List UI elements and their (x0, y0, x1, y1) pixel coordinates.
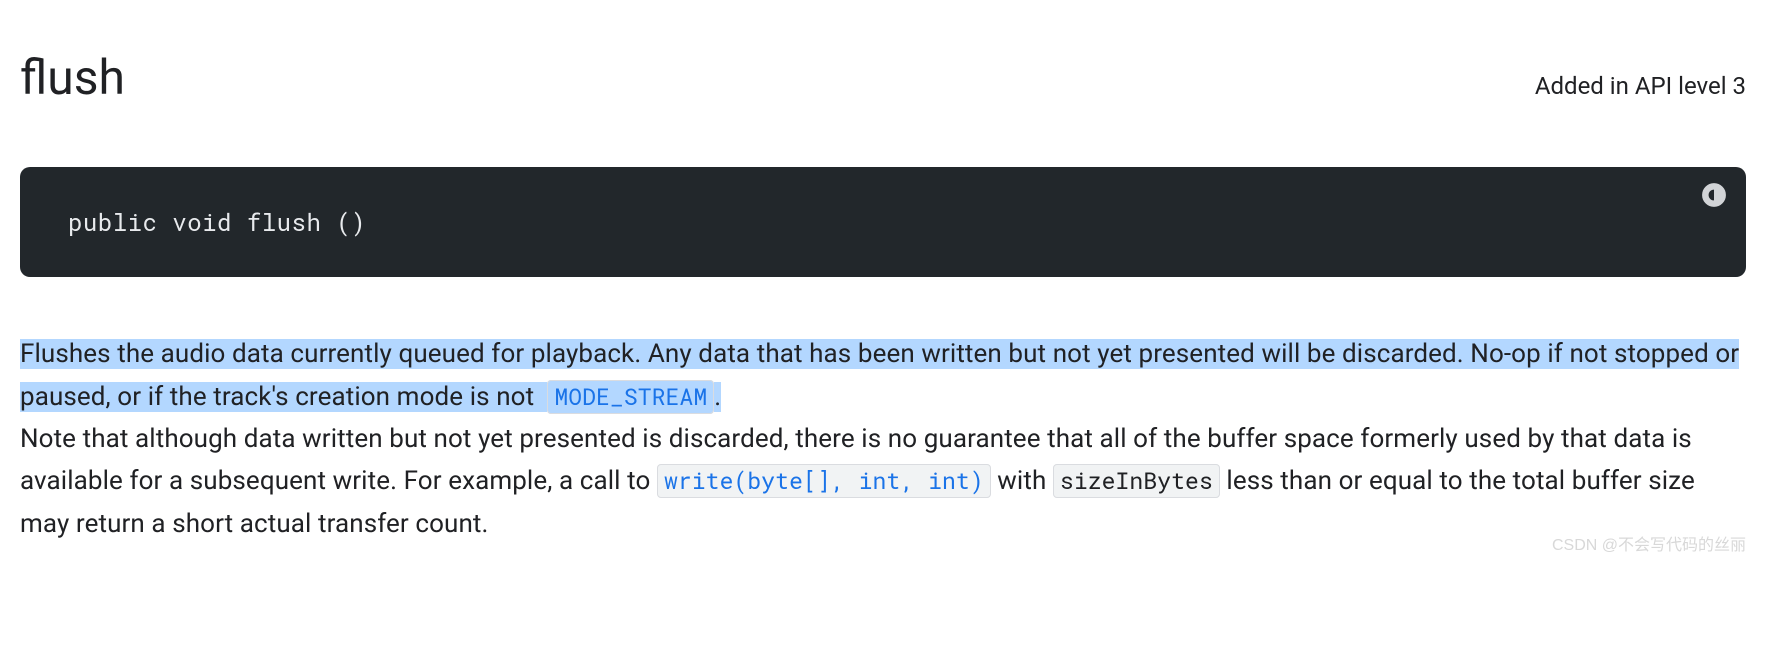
code-signature-block: public void flush () (20, 167, 1746, 277)
size-in-bytes-code: sizeInBytes (1053, 464, 1220, 498)
description-sentence-2-mid: with (991, 466, 1053, 496)
description-sentence-1-end: . (714, 382, 721, 412)
api-level-badge: Added in API level 3 (1535, 67, 1746, 105)
write-method-link[interactable]: write(byte[], int, int) (657, 464, 991, 498)
mode-stream-link[interactable]: MODE_STREAM (547, 380, 714, 414)
description-sentence-1: Flushes the audio data currently queued … (20, 339, 1739, 411)
theme-toggle-icon[interactable] (1700, 181, 1728, 209)
method-description: Flushes the audio data currently queued … (20, 333, 1746, 545)
method-title: flush (20, 40, 125, 117)
watermark: CSDN @不会写代码的丝丽 (1552, 533, 1746, 559)
method-header: flush Added in API level 3 (20, 40, 1746, 117)
code-signature: public void flush () (68, 206, 366, 238)
